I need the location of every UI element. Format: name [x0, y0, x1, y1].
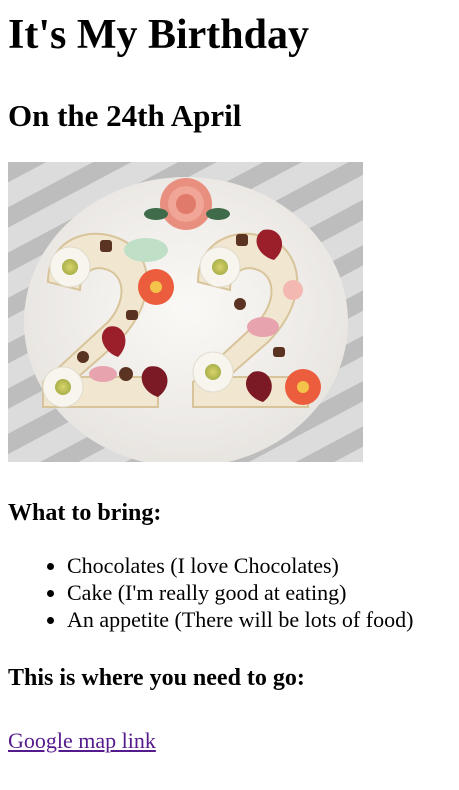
list-item: Chocolates (I love Chocolates)	[67, 552, 451, 579]
birthday-cake-photo	[8, 162, 363, 462]
date-heading: On the 24th April	[8, 98, 242, 133]
list-item: Cake (I'm really good at eating)	[67, 579, 451, 606]
page-title: It's My Birthday	[8, 12, 310, 58]
bring-list: Chocolates (I love Chocolates) Cake (I'm…	[8, 552, 451, 633]
location-heading: This is where you need to go:	[8, 665, 305, 691]
google-map-link[interactable]: Google map link	[8, 727, 156, 754]
list-item: An appetite (There will be lots of food)	[67, 606, 451, 633]
bring-heading: What to bring:	[8, 500, 162, 526]
